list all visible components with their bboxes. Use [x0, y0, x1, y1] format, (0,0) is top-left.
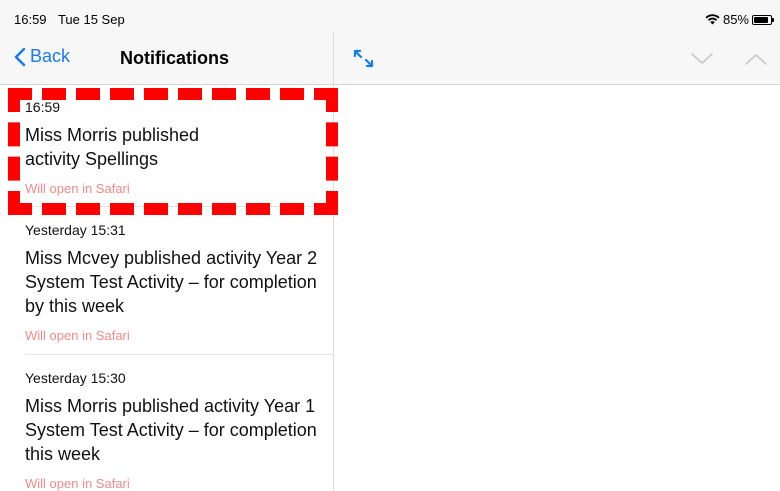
notification-item[interactable]: 16:59 Miss Morris published activity Spe…	[25, 85, 333, 207]
notification-message: Miss Morris published activity Year 1 Sy…	[25, 396, 317, 464]
notification-subtitle: Will open in Safari	[25, 328, 130, 343]
notification-message: Miss Mcvey published activity Year 2 Sys…	[25, 248, 318, 316]
notification-item[interactable]: Yesterday 15:31 Miss Mcvey published act…	[25, 207, 333, 355]
battery-fill	[754, 16, 768, 23]
back-chevron-icon	[14, 47, 26, 66]
status-right: 85%	[705, 12, 774, 27]
notification-item[interactable]: Yesterday 15:30 Miss Morris published ac…	[25, 355, 333, 491]
battery-percent: 85%	[722, 12, 749, 27]
back-label: Back	[30, 46, 71, 66]
detail-nav-bar	[334, 32, 780, 85]
chevron-down-icon[interactable]	[690, 52, 714, 66]
chevron-up-icon[interactable]	[744, 52, 768, 66]
status-time: 16:59	[14, 12, 47, 27]
status-date: Tue 15 Sep	[57, 12, 125, 27]
back-button[interactable]: Back	[14, 46, 70, 67]
status-bar: 16:59 Tue 15 Sep 85%	[0, 0, 780, 32]
battery-icon	[752, 14, 774, 25]
notification-message: Miss Morris published activity Spellings	[25, 125, 200, 169]
expand-icon[interactable]	[352, 48, 376, 70]
page-title: Notifications	[120, 48, 230, 68]
status-left: 16:59 Tue 15 Sep	[14, 12, 133, 27]
notification-time: 16:59	[25, 99, 61, 115]
wifi-icon	[705, 14, 720, 25]
notification-subtitle: Will open in Safari	[25, 181, 130, 196]
notification-time: Yesterday 15:31	[25, 222, 126, 238]
notifications-pane: Back Notifications 16:59 Miss Morris pub…	[0, 32, 334, 491]
notification-time: Yesterday 15:30	[25, 370, 126, 386]
notification-subtitle: Will open in Safari	[25, 476, 130, 491]
notification-list: 16:59 Miss Morris published activity Spe…	[0, 85, 333, 491]
left-nav-bar: Back Notifications	[0, 32, 333, 85]
